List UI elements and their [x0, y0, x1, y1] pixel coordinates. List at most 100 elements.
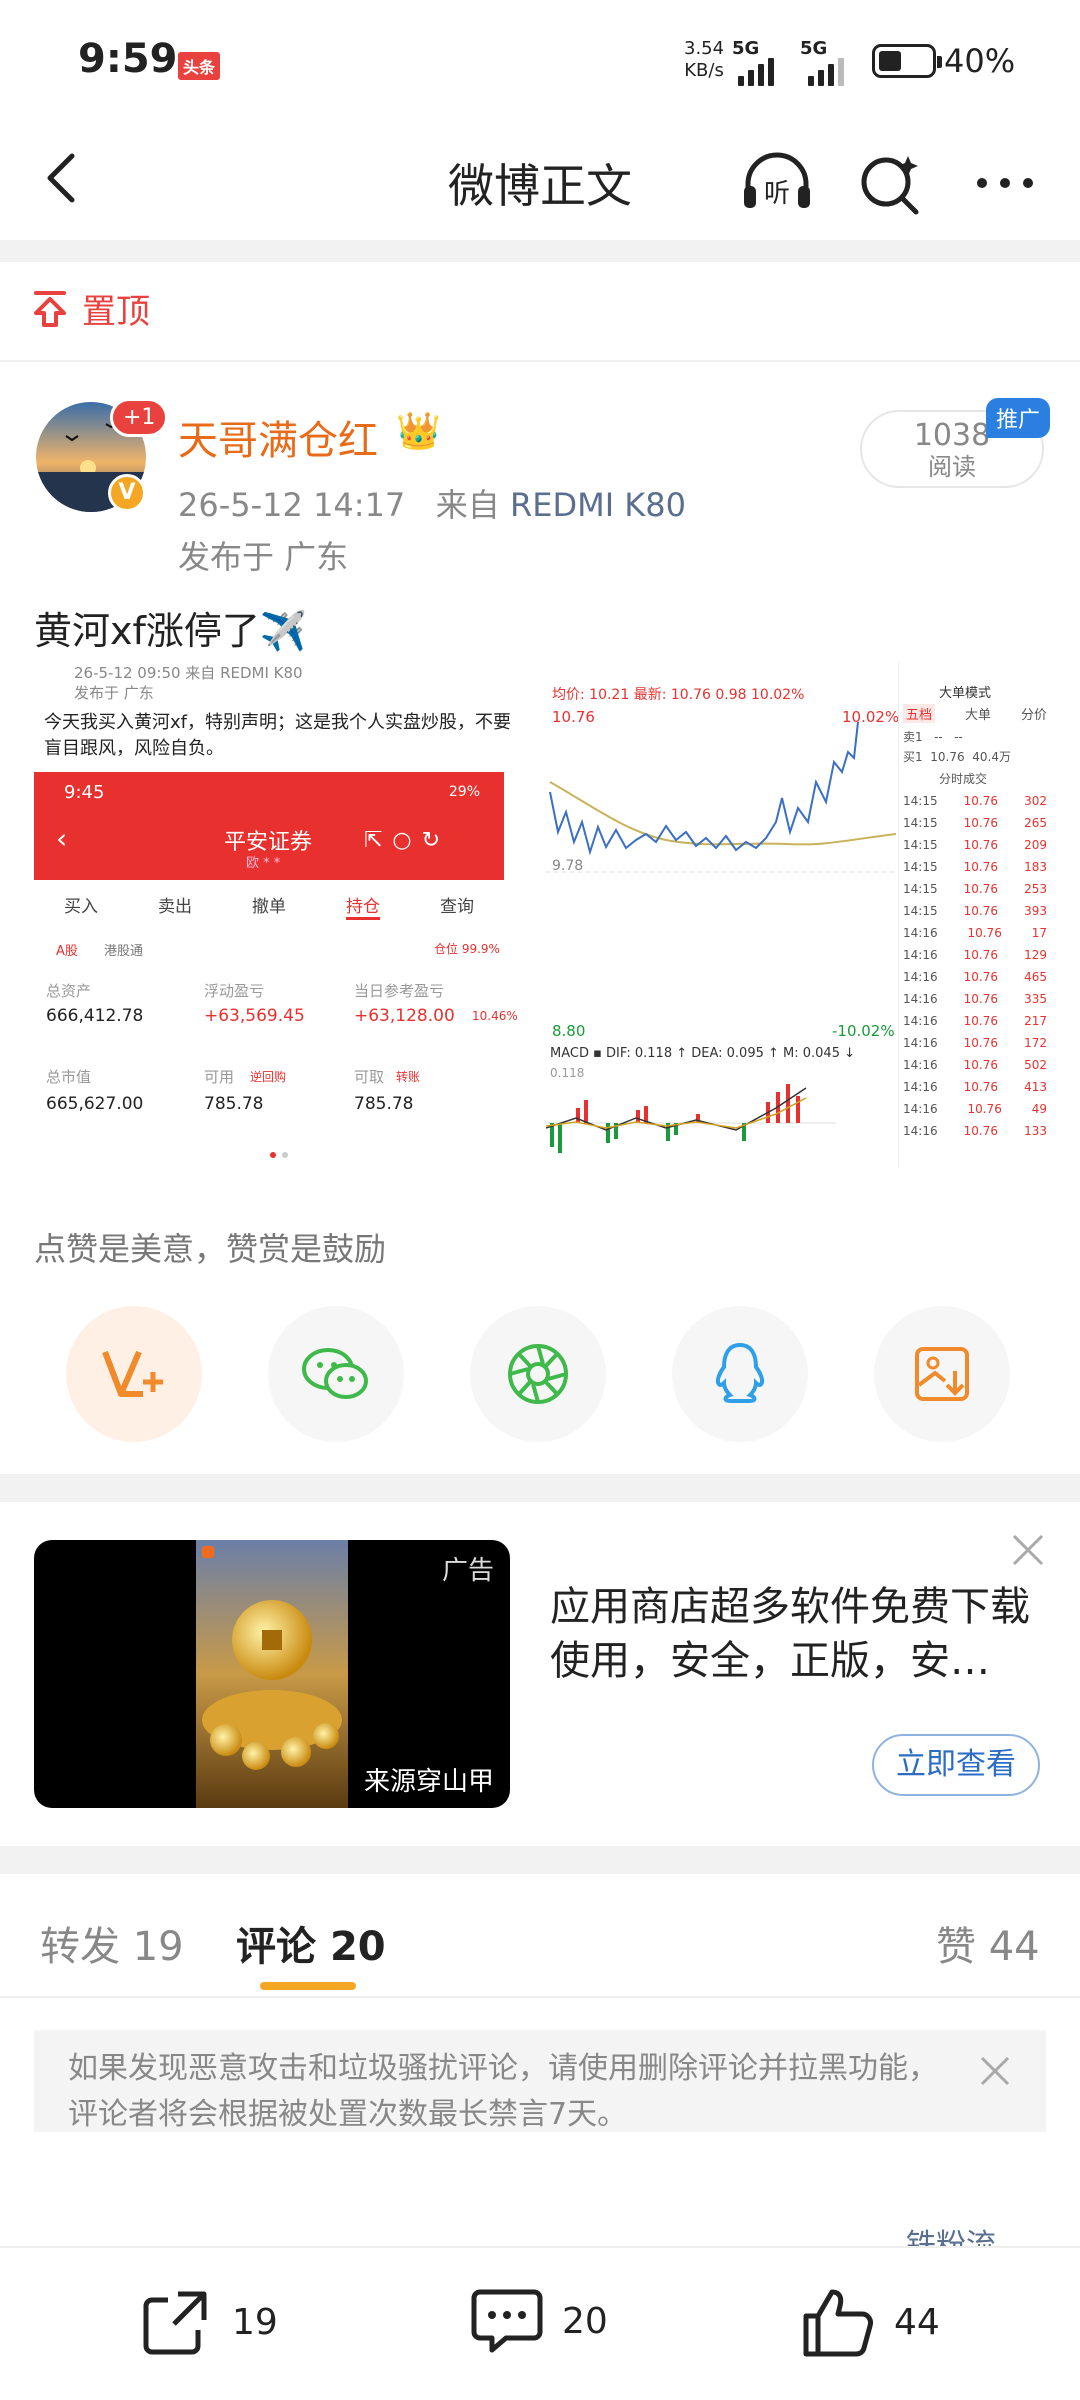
img2-tick-price: 10.76 [963, 904, 999, 918]
search-sparkle-icon [861, 156, 919, 215]
bottom-comment-button[interactable]: 20 [470, 2286, 608, 2356]
post-text: 黄河xf涨停了✈️ [34, 609, 308, 653]
img2-tick-volume: 133 [1024, 1124, 1046, 1138]
listen-label: 听 [764, 179, 790, 209]
img1-withdrawable: 785.78 [354, 1094, 414, 1114]
img2-tick-time: 14:16 [903, 948, 938, 962]
img1-body-text: 今天我买入黄河xf，特别声明；这是我个人实盘炒股，不要盲目跟风，风险自负。 [44, 712, 511, 759]
img2-tick-volume: 265 [1024, 816, 1046, 830]
img2-tick-price: 10.76 [963, 1058, 999, 1072]
listen-button[interactable]: 听 [740, 150, 810, 216]
img1-position-pct: 仓位 99.9% [434, 942, 500, 956]
img2-tick-volume: 209 [1024, 838, 1046, 852]
img2-tick-volume: 183 [1024, 860, 1046, 874]
img2-tick-volume: 253 [1024, 882, 1046, 896]
img2-pct-bottom: -10.02% [832, 1022, 895, 1040]
more-dots-icon [977, 178, 1033, 188]
img1-back-icon: ‹ [56, 822, 68, 855]
tab-repost[interactable]: 转发 19 [40, 1914, 184, 1972]
search-button[interactable] [858, 150, 928, 216]
post-image-1[interactable]: 26-5-12 09:50 来自 REDMI K80 发布于 广东 今天我买入黄… [34, 662, 538, 1168]
img2-tick-time: 14:16 [903, 970, 938, 984]
reward-button[interactable] [66, 1306, 202, 1442]
ad-text[interactable]: 应用商店超多软件免费下载使用，安全，正版，安… [550, 1580, 1030, 1688]
ad-close-button[interactable] [1010, 1532, 1046, 1578]
img1-withdrawable-label: 可取 [354, 1068, 385, 1086]
img2-tick-row: 14:15 10.76 393 [903, 900, 1046, 922]
img2-tick-row: 14:15 10.76 302 [903, 790, 1046, 812]
img1-tab-active: 持仓 [346, 892, 380, 920]
img2-sell1: 卖1 -- -- [903, 730, 963, 744]
v-plus-icon [102, 1350, 163, 1397]
author-name[interactable]: 天哥满仓红 [178, 408, 378, 466]
bottom-comment-count: 20 [562, 2300, 608, 2342]
post-device[interactable]: REDMI K80 [510, 486, 686, 524]
promo-tag[interactable]: 推广 [986, 398, 1051, 438]
img2-macd-label: MACD ▪ DIF: 0.118 ↑ DEA: 0.095 ↑ M: 0.04… [550, 1046, 855, 1061]
tab-like-count: 44 [988, 1924, 1040, 1970]
img1-transfer-label: 逆回购 [250, 1070, 287, 1084]
img1-today-pnl-label: 当日参考盈亏 [354, 982, 445, 1000]
tab-comment-count: 20 [329, 1924, 386, 1970]
ad-image[interactable]: 广告 来源穿山甲 [34, 1540, 510, 1808]
ad-view-button[interactable]: 立即查看 [872, 1734, 1040, 1796]
bottom-repost-button[interactable]: 19 [138, 2286, 278, 2358]
img2-tick-time: 14:16 [903, 1102, 938, 1116]
share-wechat-button[interactable] [268, 1306, 404, 1442]
pinned-text: 置顶 [82, 292, 150, 332]
img2-tick-row: 14:15 10.76 253 [903, 878, 1046, 900]
section-divider [0, 1846, 1080, 1874]
img2-tick-price: 10.76 [963, 992, 999, 1006]
img2-tick-time: 14:15 [903, 816, 938, 830]
img2-tick-volume: 129 [1024, 948, 1046, 962]
img1-available-label: 可用 [204, 1068, 235, 1086]
wechat-icon [302, 1348, 368, 1399]
notice-close-button[interactable] [978, 2052, 1012, 2098]
img2-tick-row: 14:15 10.76 209 [903, 834, 1046, 856]
img2-book-tab: 分价 [1020, 708, 1046, 723]
img1-float-pnl: +63,569.45 [204, 1006, 305, 1026]
toutiao-notification-badge: 头条 [178, 52, 221, 80]
img2-ticks-title: 分时成交 [939, 772, 988, 786]
img1-available: 785.78 [204, 1094, 264, 1114]
img2-tick-time: 14:16 [903, 1036, 938, 1050]
tab-repost-count: 19 [132, 1924, 184, 1970]
comment-notice: 如果发现恶意攻击和垃圾骚扰评论，请使用删除评论并拉黑功能，评论者将会根据被处置次… [34, 2030, 1046, 2132]
img1-phone-time: 9:45 [64, 782, 105, 803]
img2-tick-price: 10.76 [963, 794, 999, 808]
img2-tick-volume: 465 [1024, 970, 1046, 984]
bottom-like-button[interactable]: 44 [800, 2286, 940, 2358]
post-location: 发布于 广东 [178, 538, 349, 576]
img1-header: 26-5-12 09:50 来自 REDMI K80 [74, 664, 303, 682]
img2-tick-volume: 17 [1031, 926, 1046, 940]
close-icon [980, 2056, 1010, 2086]
img2-tick-volume: 172 [1024, 1036, 1046, 1050]
comment-bubble-icon [471, 2289, 543, 2353]
share-moments-button[interactable] [470, 1306, 606, 1442]
img2-tick-time: 14:16 [903, 992, 938, 1006]
bottom-like-count: 44 [894, 2301, 940, 2343]
post-meta: 26-5-12 14:17 来自 REDMI K80 [178, 480, 686, 526]
save-image-button[interactable] [874, 1306, 1010, 1442]
img2-tick-time: 14:15 [903, 882, 938, 896]
section-divider [0, 1474, 1080, 1502]
img2-tick-row: 14:16 10.76 133 [903, 1120, 1046, 1142]
pinned-label: 置顶 [30, 284, 150, 333]
more-button[interactable] [970, 150, 1040, 216]
tab-comment[interactable]: 评论 20 [236, 1914, 386, 1972]
img2-ticks-list: 14:15 10.76 302 14:15 10.76 265 14:15 10.76 209 1… [903, 790, 1046, 1142]
network-speed: 3.54 KB/s [684, 38, 724, 82]
save-image-icon [915, 1347, 969, 1401]
ad-gold-coins-image [196, 1540, 348, 1808]
tab-like[interactable]: 赞 44 [936, 1914, 1040, 1972]
moments-icon [508, 1344, 568, 1404]
img2-tick-volume: 335 [1024, 992, 1046, 1006]
share-qq-button[interactable] [672, 1306, 808, 1442]
img2-tick-row: 14:16 10.76 49 [903, 1098, 1046, 1120]
img2-tick-volume: 302 [1024, 794, 1046, 808]
img2-tick-row: 14:16 10.76 335 [903, 988, 1046, 1010]
post-image-2[interactable]: 均价: 10.21 最新: 10.76 0.98 10.02% 10.76 10… [546, 662, 1046, 1168]
post-time: 26-5-12 14:17 [178, 486, 406, 524]
divider [0, 360, 1080, 362]
img1-phone-battery: 29% [448, 784, 480, 800]
